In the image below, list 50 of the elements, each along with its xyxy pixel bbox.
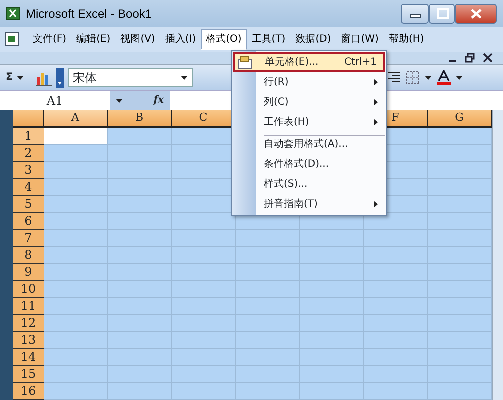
- menu-item[interactable]: 拼音指南(T): [233, 194, 385, 214]
- menu-item[interactable]: 窗口(W): [336, 29, 384, 50]
- cell-reference: A1: [46, 92, 64, 110]
- menu-item[interactable]: 插入(I): [160, 29, 202, 50]
- menu-item[interactable]: 文件(F): [28, 29, 72, 50]
- row-header[interactable]: 15: [13, 366, 44, 383]
- row-header[interactable]: 1: [13, 128, 44, 145]
- menu-item[interactable]: 格式(O): [201, 29, 247, 50]
- font-name: 宋体: [72, 70, 97, 86]
- column-header[interactable]: B: [108, 110, 172, 128]
- menu-label: 工作表(H): [264, 116, 310, 130]
- menu-label: 样式(S)...: [264, 178, 308, 192]
- menu-label: 条件格式(D)...: [264, 158, 330, 172]
- menu-label: 自动套用格式(A)...: [264, 138, 348, 152]
- menu-item[interactable]: 样式(S)...: [233, 174, 385, 194]
- row-header[interactable]: 16: [13, 383, 44, 400]
- column-header[interactable]: G: [428, 110, 492, 128]
- menu-label: 拼音指南(T): [264, 198, 318, 212]
- row-header[interactable]: 7: [13, 230, 44, 247]
- menu-item[interactable]: 行(R): [233, 72, 385, 92]
- row-header[interactable]: 13: [13, 332, 44, 349]
- window-title: Microsoft Excel - Book1: [26, 6, 152, 22]
- menu-item[interactable]: 列(C): [233, 92, 385, 112]
- menu-item[interactable]: 帮助(H): [384, 29, 430, 50]
- column-header[interactable]: A: [44, 110, 108, 128]
- row-header[interactable]: 12: [13, 315, 44, 332]
- row-header[interactable]: 9: [13, 264, 44, 281]
- menu-item[interactable]: 条件格式(D)...: [233, 154, 385, 174]
- menu-label: 行(R): [264, 76, 289, 90]
- row-header[interactable]: 8: [13, 247, 44, 264]
- row-header[interactable]: 4: [13, 179, 44, 196]
- row-header[interactable]: 2: [13, 145, 44, 162]
- row-header[interactable]: 14: [13, 349, 44, 366]
- menu-item[interactable]: 数据(D): [290, 29, 336, 50]
- row-header[interactable]: 11: [13, 298, 44, 315]
- menu-item[interactable]: 工具(T): [246, 29, 291, 50]
- menu-item[interactable]: 单元格(E)... Ctrl+1: [233, 52, 385, 72]
- menu-item[interactable]: 编辑(E): [72, 29, 116, 50]
- menu-item[interactable]: 视图(V): [116, 29, 160, 50]
- row-header[interactable]: 3: [13, 162, 44, 179]
- insert-function-button[interactable]: fx: [154, 93, 164, 108]
- font-field[interactable]: 宋体: [68, 68, 193, 87]
- menu-label: 列(C): [264, 96, 289, 110]
- menu-label: 单元格(E)...: [265, 56, 319, 70]
- name-box[interactable]: A1: [0, 91, 110, 110]
- autosum-button[interactable]: Σ: [6, 70, 13, 85]
- row-header[interactable]: 5: [13, 196, 44, 213]
- row-header[interactable]: 10: [13, 281, 44, 298]
- shortcut-text: Ctrl+1: [344, 56, 377, 70]
- row-header[interactable]: 6: [13, 213, 44, 230]
